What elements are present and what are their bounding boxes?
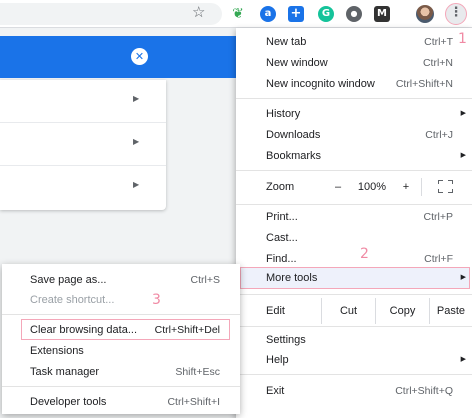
- submenu-item-save-page-as[interactable]: Save page as... Ctrl+S: [2, 270, 240, 290]
- menu-item-label: More tools: [266, 272, 318, 284]
- submenu-item-shortcut: Ctrl+S: [190, 274, 220, 286]
- menu-divider: [236, 204, 472, 205]
- page-settings-card: ▶ ▶ ▶: [0, 80, 166, 210]
- page-header-bar: [0, 36, 237, 78]
- zoom-divider: [421, 178, 422, 196]
- submenu-item-label: Clear browsing data...: [30, 324, 137, 336]
- menu-item-shortcut: Ctrl+T: [424, 36, 453, 48]
- menu-item-label: Print...: [266, 211, 298, 223]
- submenu-item-label: Extensions: [30, 345, 84, 357]
- menu-item-shortcut: Ctrl+F: [424, 253, 453, 265]
- a-extension-icon[interactable]: a: [260, 6, 276, 22]
- menu-item-label: Settings: [266, 334, 306, 346]
- menu-item-label: Help: [266, 354, 289, 366]
- menu-item-label: New window: [266, 57, 328, 69]
- menu-item-cast[interactable]: Cast...: [236, 228, 472, 249]
- circle-extension-icon[interactable]: ●: [346, 6, 362, 22]
- plus-extension-icon[interactable]: +: [288, 6, 304, 22]
- menu-item-history[interactable]: History ▶: [236, 104, 472, 125]
- menu-divider: [236, 294, 472, 295]
- chevron-right-icon: ▶: [133, 137, 140, 146]
- menu-divider: [236, 374, 472, 375]
- menu-item-shortcut: Ctrl+P: [423, 211, 453, 223]
- zoom-out-button[interactable]: –: [330, 177, 346, 197]
- menu-divider: [236, 98, 472, 99]
- menu-item-print[interactable]: Print... Ctrl+P: [236, 207, 472, 228]
- browser-toolbar: ☆ ❦ a + G ● M ⋮: [0, 0, 472, 28]
- chrome-main-menu: New tab Ctrl+T New window Ctrl+N New inc…: [236, 28, 472, 418]
- submenu-item-label: Developer tools: [30, 396, 107, 408]
- menu-item-label: Cast...: [266, 232, 298, 244]
- green-leaf-extension-icon[interactable]: ❦: [230, 6, 246, 22]
- submenu-item-extensions[interactable]: Extensions: [2, 341, 240, 361]
- menu-item-label: Exit: [266, 385, 285, 397]
- menu-item-bookmarks[interactable]: Bookmarks ▶: [236, 146, 472, 167]
- chrome-menu-button[interactable]: ⋮: [445, 3, 467, 25]
- menu-item-more-tools[interactable]: More tools ▶: [236, 268, 472, 289]
- menu-item-new-incognito-window[interactable]: New incognito window Ctrl+Shift+N: [236, 74, 472, 95]
- menu-divider: [236, 170, 472, 171]
- fullscreen-icon[interactable]: [438, 180, 453, 193]
- submenu-arrow-icon: ▶: [460, 273, 466, 281]
- profile-avatar[interactable]: [416, 5, 434, 23]
- chevron-right-icon: ▶: [133, 180, 140, 189]
- submenu-item-clear-browsing-data[interactable]: Clear browsing data... Ctrl+Shift+Del: [2, 320, 240, 340]
- menu-item-label: Downloads: [266, 129, 321, 141]
- page-close-icon[interactable]: ✕: [131, 48, 148, 65]
- zoom-in-button[interactable]: +: [398, 177, 414, 197]
- mail-extension-icon[interactable]: M: [374, 6, 390, 22]
- submenu-arrow-icon: ▶: [460, 151, 466, 159]
- submenu-item-task-manager[interactable]: Task manager Shift+Esc: [2, 362, 240, 382]
- card-row[interactable]: ▶: [0, 123, 166, 166]
- submenu-item-label: Save page as...: [30, 274, 107, 286]
- menu-item-edit: Edit Cut Copy Paste: [236, 298, 472, 324]
- menu-divider: [236, 326, 472, 327]
- menu-item-shortcut: Ctrl+Shift+Q: [395, 385, 453, 397]
- cut-button[interactable]: Cut: [321, 298, 375, 324]
- card-row[interactable]: ▶: [0, 80, 166, 123]
- submenu-divider: [2, 386, 240, 387]
- menu-item-label: Find...: [266, 253, 297, 265]
- menu-item-label: History: [266, 108, 301, 120]
- menu-item-exit[interactable]: Exit Ctrl+Shift+Q: [236, 381, 472, 402]
- menu-item-label: Bookmarks: [266, 150, 322, 162]
- bookmark-star-icon[interactable]: ☆: [192, 4, 205, 22]
- paste-button[interactable]: Paste: [429, 298, 472, 324]
- annotation-step-1: 1: [458, 31, 467, 47]
- annotation-step-3: 3: [152, 292, 161, 308]
- submenu-item-shortcut: Ctrl+Shift+Del: [154, 324, 220, 336]
- menu-item-shortcut: Ctrl+Shift+N: [395, 78, 453, 90]
- edit-label: Edit: [266, 305, 285, 317]
- menu-item-new-window[interactable]: New window Ctrl+N: [236, 53, 472, 74]
- copy-button[interactable]: Copy: [375, 298, 429, 324]
- address-bar[interactable]: [0, 3, 222, 25]
- submenu-arrow-icon: ▶: [460, 355, 466, 363]
- menu-item-shortcut: Ctrl+J: [425, 129, 453, 141]
- zoom-level-value: 100%: [357, 181, 387, 193]
- submenu-item-developer-tools[interactable]: Developer tools Ctrl+Shift+I: [2, 392, 240, 412]
- submenu-item-label: Create shortcut...: [30, 294, 115, 306]
- menu-item-help[interactable]: Help ▶: [236, 350, 472, 371]
- submenu-item-shortcut: Shift+Esc: [175, 366, 220, 378]
- menu-item-label: New tab: [266, 36, 307, 48]
- more-tools-submenu: Save page as... Ctrl+S Create shortcut..…: [2, 264, 240, 414]
- chevron-right-icon: ▶: [133, 94, 140, 103]
- submenu-item-create-shortcut: Create shortcut...: [2, 290, 240, 310]
- menu-item-zoom: Zoom – 100% +: [236, 174, 472, 200]
- submenu-arrow-icon: ▶: [460, 109, 466, 117]
- submenu-item-shortcut: Ctrl+Shift+I: [167, 396, 220, 408]
- card-row[interactable]: ▶: [0, 166, 166, 209]
- annotation-step-2: 2: [360, 246, 369, 262]
- menu-item-new-tab[interactable]: New tab Ctrl+T: [236, 32, 472, 53]
- grammarly-extension-icon[interactable]: G: [318, 6, 334, 22]
- menu-item-settings[interactable]: Settings: [236, 330, 472, 351]
- menu-item-shortcut: Ctrl+N: [422, 57, 453, 69]
- menu-item-downloads[interactable]: Downloads Ctrl+J: [236, 125, 472, 146]
- submenu-item-label: Task manager: [30, 366, 100, 378]
- submenu-divider: [2, 314, 240, 315]
- zoom-label: Zoom: [266, 181, 295, 193]
- menu-item-label: New incognito window: [266, 78, 375, 90]
